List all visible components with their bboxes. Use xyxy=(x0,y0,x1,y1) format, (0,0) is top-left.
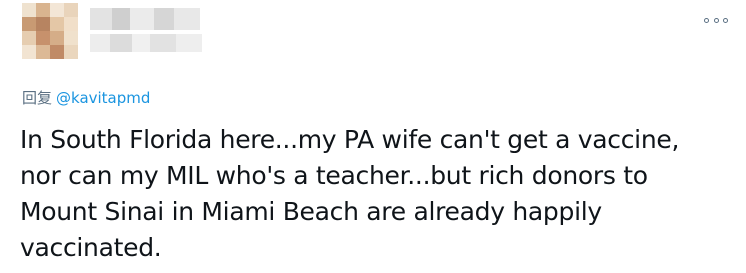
reply-handle-link[interactable]: @kavitapmd xyxy=(56,89,150,107)
more-horizontal-icon[interactable] xyxy=(704,14,728,26)
dot-icon xyxy=(723,17,728,23)
dot-icon xyxy=(704,17,709,23)
tweet-card: 回复 @kavitapmd In South Florida here...my … xyxy=(0,0,746,273)
tweet-text: In South Florida here...my PA wife can't… xyxy=(20,125,680,262)
reply-context: 回复 @kavitapmd xyxy=(22,88,150,108)
username-redacted[interactable] xyxy=(90,34,202,52)
dot-icon xyxy=(713,17,719,23)
reply-prefix: 回复 xyxy=(22,89,53,107)
avatar[interactable] xyxy=(22,3,78,59)
display-name-redacted[interactable] xyxy=(90,8,200,30)
